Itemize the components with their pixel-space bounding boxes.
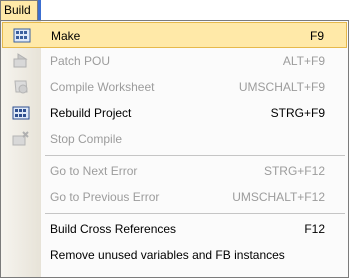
menu-item-remove-unused[interactable]: Remove unused variables and FB instances bbox=[2, 242, 347, 268]
menu-item-previous-error[interactable]: Go to Previous Error UMSCHALT+F12 bbox=[2, 184, 347, 210]
compile-icon bbox=[12, 78, 30, 96]
menu-item-make[interactable]: Make F9 bbox=[2, 22, 347, 48]
menu-item-label: Make bbox=[51, 29, 81, 43]
menu-item-shortcut: UMSCHALT+F9 bbox=[238, 80, 325, 94]
menu-item-label: Rebuild Project bbox=[50, 106, 132, 120]
menu-item-label: Compile Worksheet bbox=[50, 80, 155, 94]
menubar-edge bbox=[38, 0, 41, 21]
patch-icon bbox=[12, 52, 30, 70]
menu-item-label: Patch POU bbox=[50, 54, 111, 68]
menu-item-shortcut: STRG+F12 bbox=[263, 164, 325, 178]
menu-item-compile-worksheet[interactable]: Compile Worksheet UMSCHALT+F9 bbox=[2, 74, 347, 100]
menu-item-label: Remove unused variables and FB instances bbox=[50, 248, 285, 262]
menu-item-label: Build Cross References bbox=[50, 222, 177, 236]
menu-item-rebuild-project[interactable]: Rebuild Project STRG+F9 bbox=[2, 100, 347, 126]
rebuild-icon bbox=[12, 104, 30, 122]
menubar: Build bbox=[0, 0, 349, 21]
menu-item-stop-compile[interactable]: Stop Compile bbox=[2, 126, 347, 152]
build-dropdown-menu: Make F9 Patch POU ALT+F9 Compile Workshe… bbox=[0, 20, 349, 278]
menu-item-shortcut: ALT+F9 bbox=[282, 54, 325, 68]
menu-item-shortcut: UMSCHALT+F12 bbox=[232, 190, 325, 204]
menu-build-label: Build bbox=[4, 3, 31, 17]
menu-item-cross-references[interactable]: Build Cross References F12 bbox=[2, 216, 347, 242]
menu-item-next-error[interactable]: Go to Next Error STRG+F12 bbox=[2, 158, 347, 184]
menu-separator bbox=[45, 155, 345, 156]
menu-build[interactable]: Build bbox=[0, 0, 38, 20]
menu-separator bbox=[45, 213, 345, 214]
menu-item-patch-pou[interactable]: Patch POU ALT+F9 bbox=[2, 48, 347, 74]
menu-item-shortcut: STRG+F9 bbox=[270, 106, 325, 120]
menu-item-shortcut: F12 bbox=[304, 222, 325, 236]
menu-item-shortcut: F9 bbox=[309, 29, 324, 43]
menu-item-label: Go to Next Error bbox=[50, 164, 138, 178]
menu-item-label: Go to Previous Error bbox=[50, 190, 160, 204]
stop-icon bbox=[12, 130, 30, 148]
menu-item-label: Stop Compile bbox=[50, 132, 123, 146]
make-icon bbox=[13, 27, 31, 45]
